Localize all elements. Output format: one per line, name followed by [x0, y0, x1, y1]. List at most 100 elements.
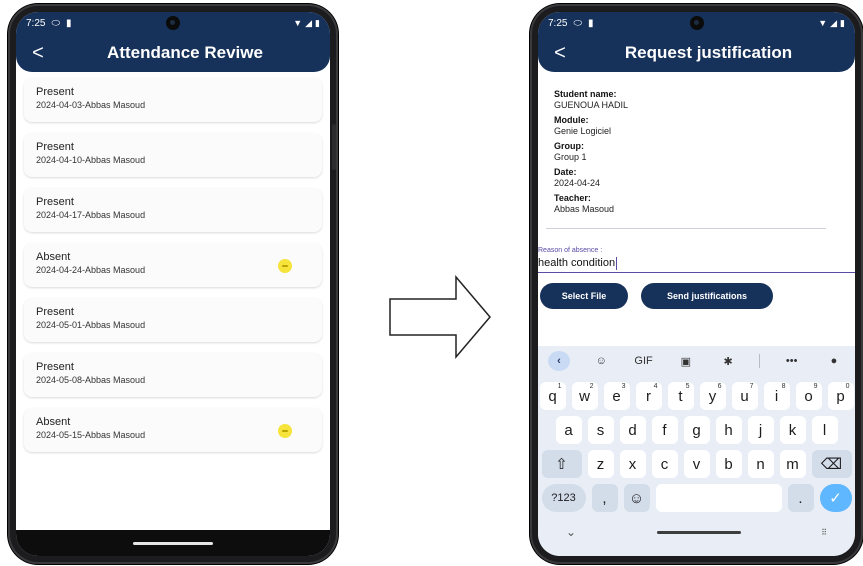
key-s[interactable]: s [587, 416, 614, 444]
attendance-meta: 2024-04-17-Abbas Masoud [36, 210, 146, 220]
student-value: GUENOUA HADIL [554, 100, 629, 110]
settings-icon[interactable]: ✱ [717, 355, 739, 368]
key-m[interactable]: m [779, 450, 806, 478]
mic-icon[interactable]: ● [823, 355, 845, 367]
attendance-card[interactable]: Present 2024-04-03-Abbas Masoud [24, 78, 322, 122]
keyboard-switch-icon[interactable]: ⠿ [821, 528, 827, 537]
home-gesture-pill[interactable] [133, 541, 213, 545]
attendance-screen: 7:25 ⬭ ▮ ▼ ◢ ▮ < Attendance Reviwe Prese… [16, 12, 330, 556]
key-n[interactable]: n [747, 450, 774, 478]
back-arrow-icon[interactable]: < [550, 40, 570, 66]
front-camera [166, 16, 180, 30]
key-u[interactable]: u7 [731, 382, 758, 410]
enter-check-icon[interactable]: ✓ [819, 484, 852, 512]
app-header: 7:25 ⬭ ▮ ▼ ◢ ▮ < Request justification [538, 12, 855, 72]
attendance-meta: 2024-04-03-Abbas Masoud [36, 100, 146, 110]
phone-justification: 7:25 ⬭ ▮ ▼ ◢ ▮ < Request justification S… [530, 4, 863, 564]
key-row-1: q1 w2 e3 r4 t5 y6 u7 i8 o9 p0 [538, 382, 855, 410]
attendance-card[interactable]: Absent 2024-05-15-Abbas Masoud [24, 408, 322, 452]
wifi-icon: ▼ [818, 18, 828, 28]
key-e[interactable]: e3 [603, 382, 630, 410]
side-button [332, 124, 336, 170]
key-f[interactable]: f [651, 416, 678, 444]
shift-key-icon[interactable]: ⇧ [541, 450, 582, 478]
key-d[interactable]: d [619, 416, 646, 444]
key-w[interactable]: w2 [571, 382, 598, 410]
notification-icon: ⬭ [51, 17, 61, 29]
student-label: Student name: [554, 89, 617, 99]
absence-flag-icon[interactable] [278, 424, 292, 438]
attendance-status: Present [36, 196, 74, 208]
signal-icon: ◢ [830, 17, 838, 28]
keyboard-toolbar: ‹ ☺ GIF ▣ ✱ ••• ● [538, 346, 855, 376]
keyboard-nav-bar: ⌄ ⠿ [538, 518, 855, 546]
key-g[interactable]: g [683, 416, 710, 444]
soft-keyboard: ‹ ☺ GIF ▣ ✱ ••• ● q1 w2 e3 r4 t5 y6 u7 i… [538, 346, 855, 556]
key-r[interactable]: r4 [635, 382, 662, 410]
clipboard-icon[interactable]: ▣ [675, 355, 697, 368]
key-c[interactable]: c [651, 450, 678, 478]
key-v[interactable]: v [683, 450, 710, 478]
key-i[interactable]: i8 [763, 382, 790, 410]
select-file-button[interactable]: Select File [540, 283, 628, 309]
key-y[interactable]: y6 [699, 382, 726, 410]
attendance-card[interactable]: Present 2024-05-08-Abbas Masoud [24, 353, 322, 397]
emoji-key-icon[interactable]: ☺ [623, 484, 650, 512]
space-key[interactable] [655, 484, 782, 512]
absence-flag-icon[interactable] [278, 259, 292, 273]
front-camera [689, 16, 704, 30]
key-q[interactable]: q1 [539, 382, 566, 410]
attendance-meta: 2024-05-01-Abbas Masoud [36, 320, 146, 330]
comma-key[interactable]: , [591, 484, 618, 512]
app-header: 7:25 ⬭ ▮ ▼ ◢ ▮ < Attendance Reviwe [16, 12, 330, 72]
key-k[interactable]: k [779, 416, 806, 444]
key-z[interactable]: z [587, 450, 614, 478]
module-value: Genie Logiciel [554, 126, 612, 136]
hide-keyboard-icon[interactable]: ⌄ [566, 525, 576, 539]
reason-label: Reason of absence : [538, 247, 603, 254]
period-key[interactable]: . [787, 484, 814, 512]
attendance-card[interactable]: Absent 2024-04-24-Abbas Masoud [24, 243, 322, 287]
key-p[interactable]: p0 [827, 382, 854, 410]
key-row-3: ⇧ z x c v b n m ⌫ [538, 450, 855, 478]
attendance-card[interactable]: Present 2024-05-01-Abbas Masoud [24, 298, 322, 342]
more-icon[interactable]: ••• [781, 355, 803, 367]
gif-button[interactable]: GIF [633, 355, 655, 367]
symbols-key[interactable]: ?123 [541, 484, 586, 512]
key-t[interactable]: t5 [667, 382, 694, 410]
keyboard-back-icon[interactable]: ‹ [548, 351, 570, 371]
reason-field[interactable]: Reason of absence : health condition [538, 243, 855, 273]
backspace-key-icon[interactable]: ⌫ [811, 450, 852, 478]
attendance-status: Present [36, 86, 74, 98]
send-justifications-button[interactable]: Send justifications [641, 283, 773, 309]
attendance-card[interactable]: Present 2024-04-10-Abbas Masoud [24, 133, 322, 177]
toolbar-divider [759, 354, 761, 368]
key-l[interactable]: l [811, 416, 838, 444]
battery-icon: ▮ [315, 17, 320, 28]
phone-attendance: 7:25 ⬭ ▮ ▼ ◢ ▮ < Attendance Reviwe Prese… [8, 4, 338, 564]
key-h[interactable]: h [715, 416, 742, 444]
key-a[interactable]: a [555, 416, 582, 444]
teacher-value: Abbas Masoud [554, 204, 615, 214]
key-j[interactable]: j [747, 416, 774, 444]
key-x[interactable]: x [619, 450, 646, 478]
key-o[interactable]: o9 [795, 382, 822, 410]
transition-arrow-icon [389, 275, 491, 359]
system-navbar [16, 530, 330, 556]
reason-input[interactable]: health condition [538, 254, 615, 272]
date-value: 2024-04-24 [554, 178, 601, 188]
sticker-icon[interactable]: ☺ [590, 355, 612, 367]
attendance-status: Absent [36, 416, 71, 428]
back-arrow-icon[interactable]: < [28, 40, 48, 66]
home-gesture-pill[interactable] [656, 530, 741, 534]
date-label: Date: [554, 167, 577, 177]
attendance-status: Present [36, 141, 74, 153]
module-label: Module: [554, 115, 589, 125]
attendance-status: Present [36, 306, 74, 318]
status-time: 7:25 [548, 17, 568, 29]
justification-screen: 7:25 ⬭ ▮ ▼ ◢ ▮ < Request justification S… [538, 12, 855, 556]
key-row-2: a s d f g h j k l [538, 416, 855, 444]
key-b[interactable]: b [715, 450, 742, 478]
attendance-card[interactable]: Present 2024-04-17-Abbas Masoud [24, 188, 322, 232]
signal-icon: ◢ [305, 17, 313, 28]
